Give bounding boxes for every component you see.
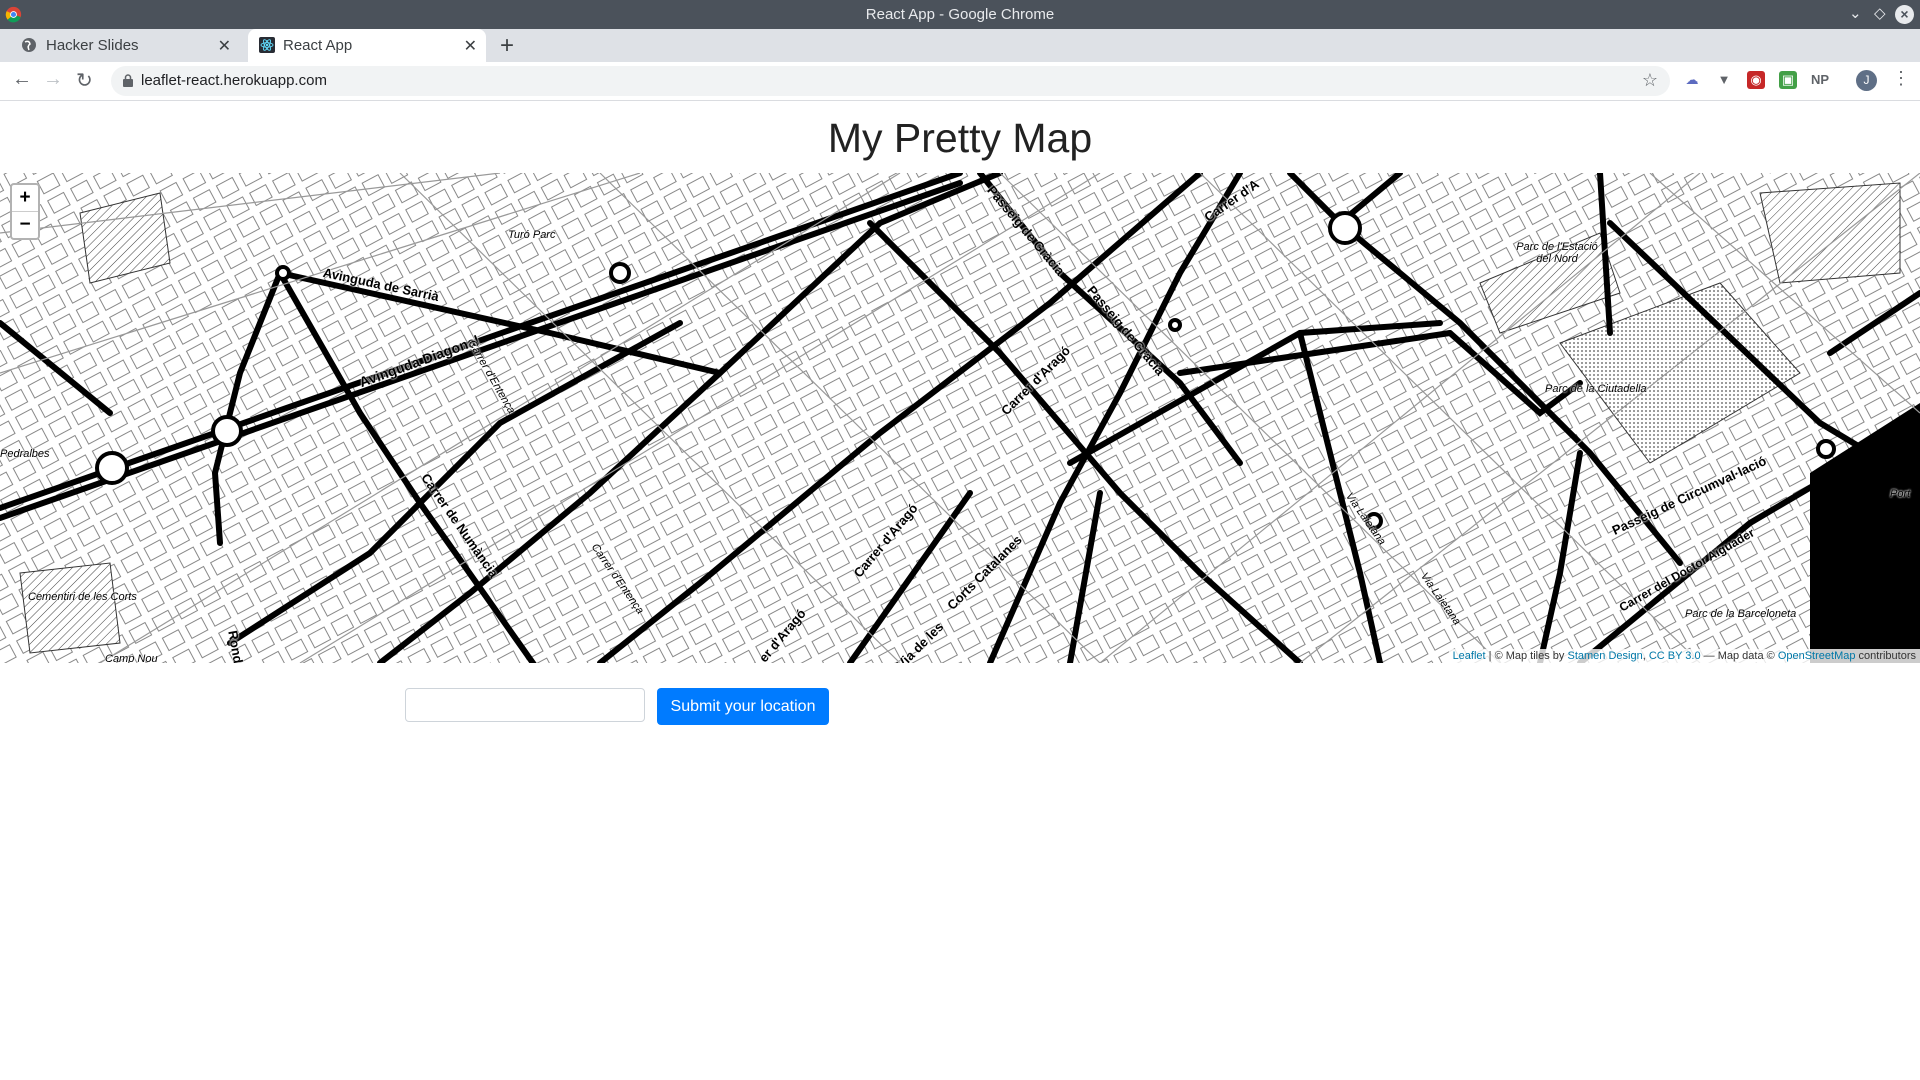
leaflet-map[interactable]: Turó Parc Avinguda de Sarrià Avinguda Di…	[0, 173, 1920, 663]
license-link[interactable]: CC BY 3.0	[1649, 650, 1701, 662]
map-label: Parc de l'Estació del Nord	[1516, 241, 1598, 265]
tab-strip: Hacker Slides ✕ React App ✕ +	[0, 29, 1920, 62]
cloud-extension-icon[interactable]: ☁	[1683, 71, 1701, 89]
map-label: Port	[1890, 488, 1911, 500]
back-icon[interactable]: ←	[12, 68, 32, 91]
browser-toolbar: ← → ↻ leaflet-react.herokuapp.com ☆ ☁ ▼ …	[0, 62, 1920, 101]
tab-close-icon[interactable]: ✕	[218, 36, 231, 56]
profile-avatar[interactable]: J	[1856, 70, 1877, 91]
map-label: Camp Nou	[105, 653, 158, 663]
tab-react-app[interactable]: React App ✕	[248, 29, 486, 62]
window-titlebar: React App - Google Chrome ⌄ ◇ ×	[0, 0, 1920, 29]
tab-label: Hacker Slides	[46, 37, 139, 54]
stamen-link[interactable]: Stamen Design	[1567, 650, 1642, 662]
minimize-icon[interactable]: ⌄	[1849, 4, 1862, 22]
address-bar[interactable]: leaflet-react.herokuapp.com ☆	[111, 66, 1670, 96]
map-label: Pedralbes	[0, 448, 50, 460]
location-input[interactable]	[405, 688, 645, 722]
page-title: My Pretty Map	[827, 115, 1093, 161]
react-logo-icon	[259, 37, 275, 53]
maximize-icon[interactable]: ◇	[1874, 4, 1886, 22]
zoom-in-button[interactable]: +	[12, 185, 38, 212]
red-extension-icon[interactable]: ◉	[1747, 71, 1765, 89]
window-close-icon[interactable]: ×	[1895, 5, 1914, 24]
attribution-text: contributors	[1855, 650, 1916, 662]
map-attribution: Leaflet | © Map tiles by Stamen Design, …	[1448, 649, 1920, 663]
tab-label: React App	[283, 37, 353, 54]
osm-link[interactable]: OpenStreetMap	[1778, 650, 1856, 662]
zoom-control: + −	[10, 183, 40, 240]
menu-kebab-icon[interactable]: ⋮	[1892, 68, 1910, 89]
tab-close-icon[interactable]: ✕	[464, 36, 477, 56]
map-label: Cementiri de les Corts	[28, 591, 137, 603]
zoom-out-button[interactable]: −	[12, 212, 38, 238]
new-tab-icon[interactable]: +	[500, 32, 514, 60]
leaflet-link[interactable]: Leaflet	[1453, 650, 1486, 662]
forward-icon[interactable]: →	[43, 68, 63, 91]
bookmark-star-icon[interactable]: ☆	[1642, 70, 1658, 91]
reload-icon[interactable]: ↻	[76, 68, 93, 93]
green-extension-icon[interactable]: ▣	[1779, 71, 1797, 89]
np-extension-icon[interactable]: NP	[1811, 71, 1829, 89]
lock-icon	[123, 74, 133, 87]
map-label: Parc de la Barceloneta	[1685, 608, 1797, 620]
url-text: leaflet-react.herokuapp.com	[141, 72, 327, 89]
attribution-text: — Map data ©	[1700, 650, 1778, 662]
submit-location-button[interactable]: Submit your location	[657, 688, 829, 725]
map-label: Parc de la Ciutadella	[1545, 383, 1647, 395]
tab-hacker-slides[interactable]: Hacker Slides ✕	[2, 29, 240, 62]
vivaldi-extension-icon[interactable]: ▼	[1715, 71, 1733, 89]
map-label: Turó Parc	[508, 229, 556, 241]
attribution-text: | © Map tiles by	[1485, 650, 1568, 662]
globe-icon	[22, 38, 36, 52]
window-title: React App - Google Chrome	[865, 6, 1055, 23]
